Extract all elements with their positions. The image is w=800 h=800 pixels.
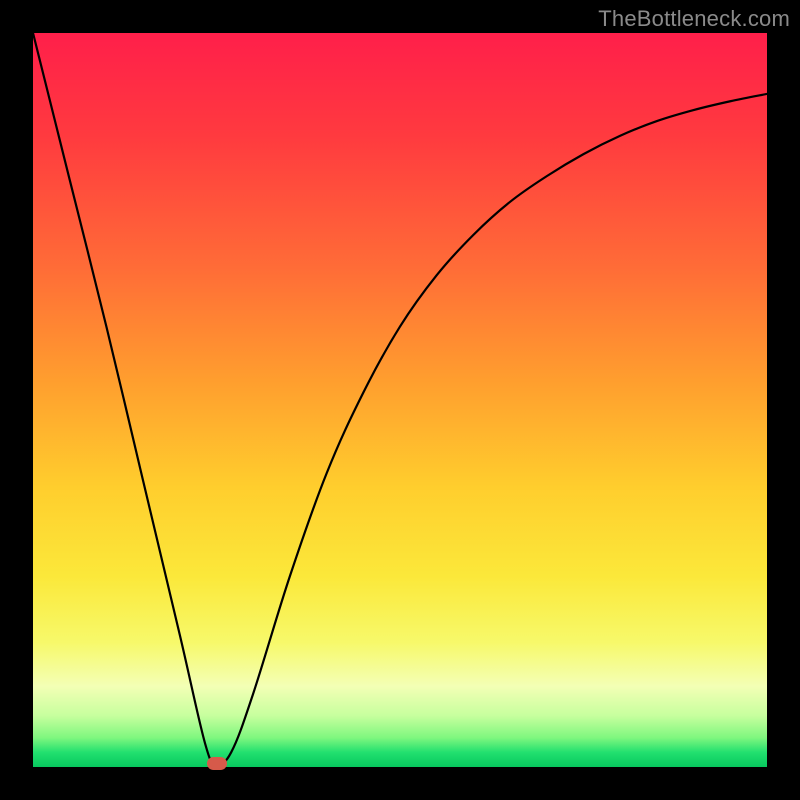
optimal-point-marker bbox=[207, 757, 227, 770]
bottleneck-curve bbox=[33, 33, 767, 767]
chart-frame: TheBottleneck.com bbox=[0, 0, 800, 800]
attribution-text: TheBottleneck.com bbox=[598, 6, 790, 32]
plot-area bbox=[33, 33, 767, 767]
